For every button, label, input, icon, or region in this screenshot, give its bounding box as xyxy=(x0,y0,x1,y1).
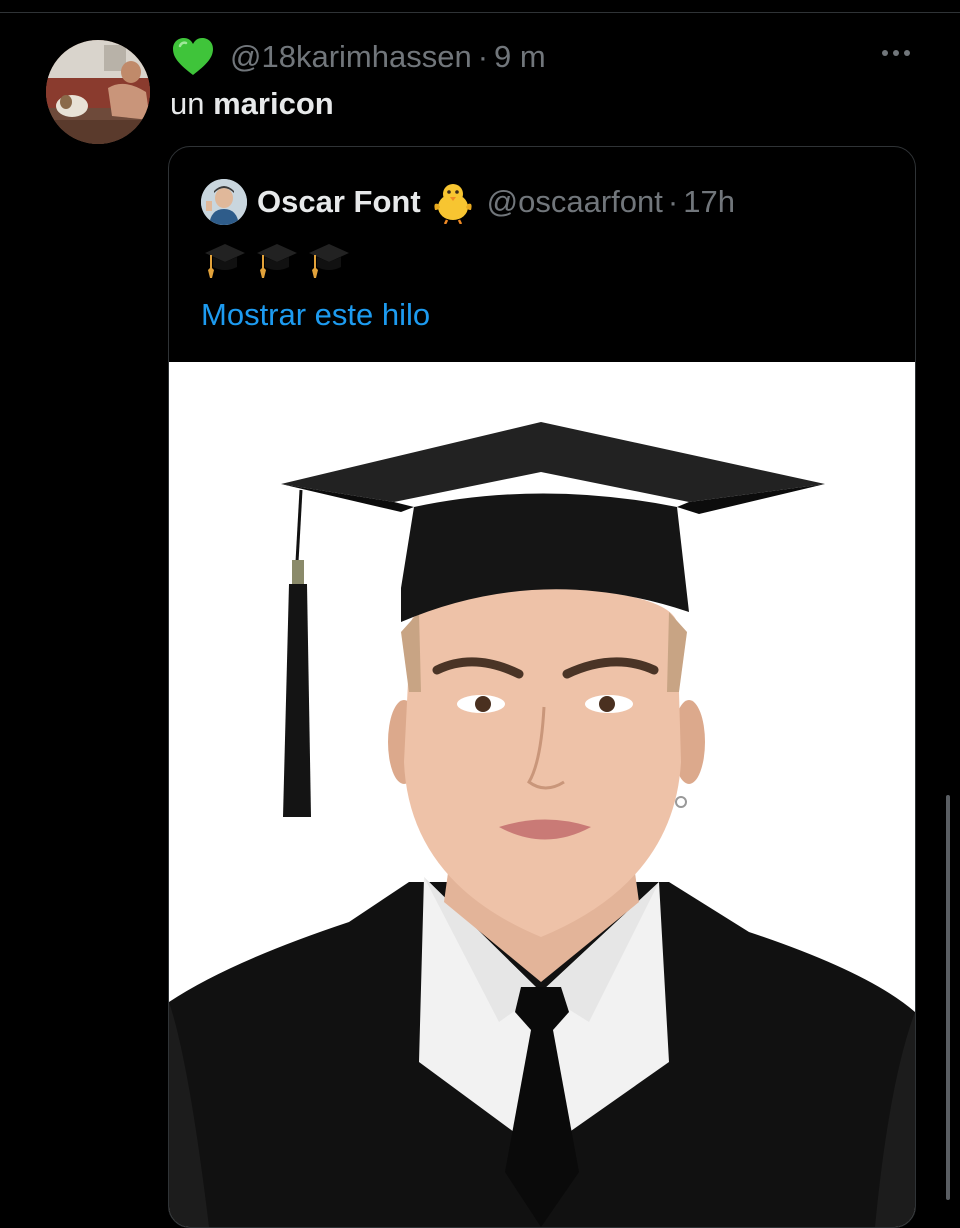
quoted-tweet-photo[interactable] xyxy=(169,362,915,1227)
scrollbar[interactable] xyxy=(946,795,950,1200)
tweet-header: @18karimhassen · 9 m xyxy=(170,34,546,80)
tweet-text: un maricon xyxy=(170,86,334,122)
quoted-author-name[interactable]: Oscar Font xyxy=(257,184,421,220)
top-divider xyxy=(0,12,960,13)
graduation-cap-icon xyxy=(309,244,349,278)
quoted-timestamp[interactable]: 17h xyxy=(683,184,735,220)
tweet-text-bold: maricon xyxy=(213,86,334,121)
quoted-tweet-card[interactable]: Oscar Font @oscaarfont · 17h Mostrar est… xyxy=(168,146,916,1228)
separator-dot: · xyxy=(477,39,489,74)
quoted-tweet-header: Oscar Font @oscaarfont · 17h xyxy=(201,179,735,225)
graduation-cap-icon xyxy=(257,244,297,278)
graduation-cap-icon xyxy=(205,244,245,278)
quoted-author-avatar[interactable] xyxy=(201,179,247,225)
tweet-text-plain: un xyxy=(170,86,214,121)
quoted-author-handle[interactable]: @oscaarfont xyxy=(487,184,663,220)
show-thread-link[interactable]: Mostrar este hilo xyxy=(201,297,430,333)
timestamp[interactable]: 9 m xyxy=(494,39,546,75)
more-options-icon[interactable] xyxy=(882,50,910,56)
green-heart-icon xyxy=(173,38,213,75)
user-avatar[interactable] xyxy=(46,40,150,144)
baby-chick-icon xyxy=(434,184,472,224)
quoted-separator-dot: · xyxy=(667,184,679,219)
quoted-tweet-text xyxy=(203,237,351,281)
author-handle[interactable]: @18karimhassen xyxy=(230,39,472,75)
